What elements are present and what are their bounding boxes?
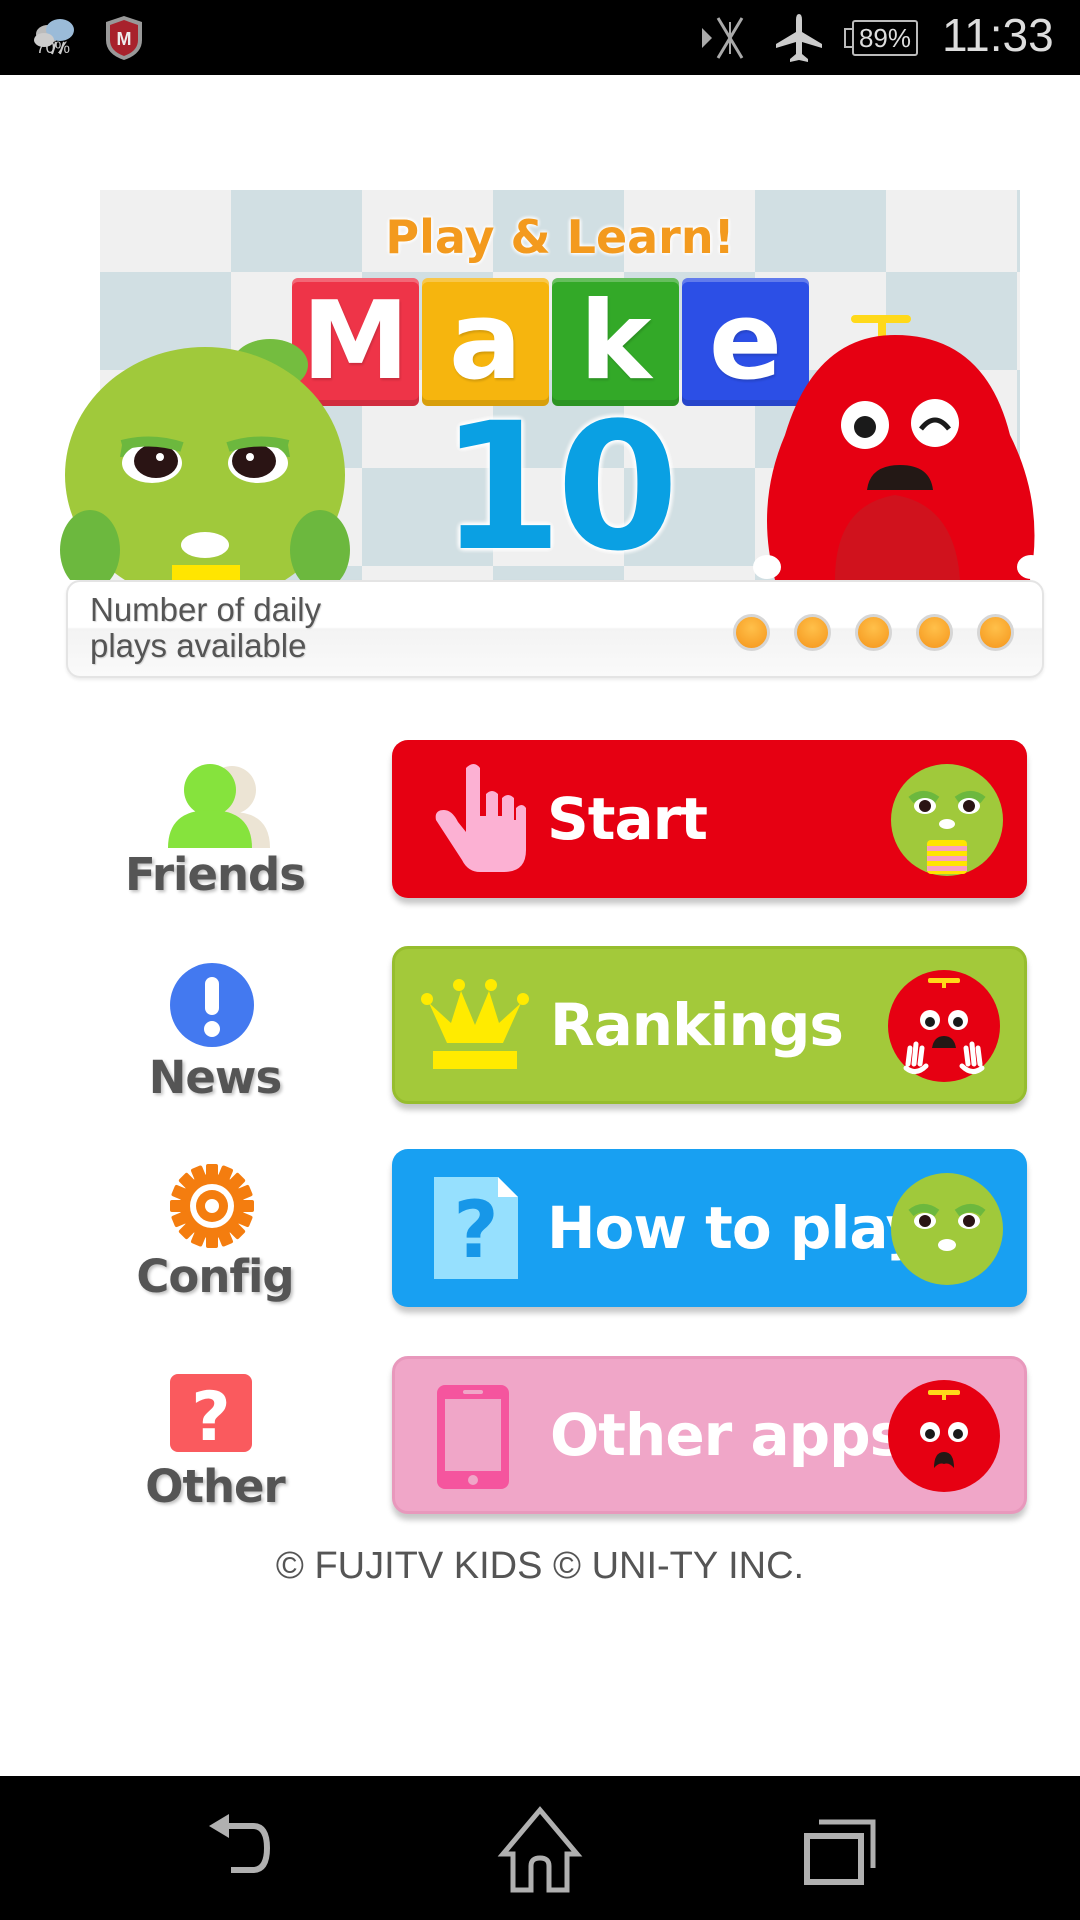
- start-label: Start: [547, 785, 708, 853]
- red-character-illustration: [753, 315, 1045, 580]
- other-apps-button[interactable]: Other apps: [392, 1356, 1027, 1514]
- red-character-face-icon: [888, 970, 1000, 1082]
- friends-label: Friends: [124, 848, 306, 901]
- rankings-button[interactable]: Rankings: [392, 946, 1027, 1104]
- news-label: News: [148, 1051, 283, 1104]
- daily-plays-indicator: Number of daily plays available: [66, 580, 1044, 678]
- other-label: Other: [145, 1460, 286, 1513]
- sync-off-icon: [702, 17, 744, 59]
- news-button[interactable]: News: [110, 955, 320, 1125]
- config-label: Config: [136, 1250, 294, 1303]
- daily-plays-label-line2: plays available: [90, 627, 307, 664]
- help-document-icon: ?: [434, 1177, 518, 1279]
- tagline: Play & Learn!: [385, 210, 735, 264]
- navigation-bar: [0, 1776, 1080, 1920]
- red-character-face-icon: [888, 1380, 1000, 1492]
- status-bar: 70% M 89% 11:33: [0, 0, 1080, 75]
- green-character-face-icon: [891, 764, 1003, 876]
- clock: 11:33: [942, 9, 1054, 61]
- question-box-icon: ?: [170, 1374, 252, 1454]
- daily-plays-label: Number of daily plays available: [90, 592, 321, 664]
- crown-icon: [421, 979, 529, 1069]
- airplane-mode-icon: [776, 14, 822, 62]
- play-dot: [855, 614, 892, 651]
- daily-plays-label-line1: Number of daily: [90, 591, 322, 628]
- svg-text:?: ?: [453, 1186, 498, 1276]
- start-button[interactable]: Start: [392, 740, 1027, 898]
- how-to-play-label: How to play: [547, 1194, 923, 1262]
- weather-percent: 70%: [36, 38, 71, 57]
- rankings-label: Rankings: [550, 991, 844, 1059]
- play-dot: [916, 614, 953, 651]
- battery-percent: 89%: [852, 20, 918, 56]
- pointing-hand-icon: [435, 764, 526, 872]
- other-apps-label: Other apps: [550, 1401, 904, 1469]
- home-icon[interactable]: [495, 1806, 585, 1896]
- green-character-face-icon: [891, 1173, 1003, 1285]
- news-icon: [170, 963, 254, 1047]
- gear-icon: [170, 1164, 254, 1248]
- how-to-play-button[interactable]: ? How to play: [392, 1149, 1027, 1307]
- other-button[interactable]: ? Other: [110, 1370, 320, 1540]
- smartphone-icon: [437, 1385, 509, 1489]
- svg-text:M: M: [117, 29, 132, 49]
- friends-icon: [168, 764, 270, 848]
- battery-nub: [844, 28, 852, 48]
- config-button[interactable]: Config: [110, 1158, 320, 1328]
- back-icon[interactable]: [195, 1806, 285, 1896]
- play-dot: [977, 614, 1014, 651]
- copyright-notice: © FUJITV KIDS © UNI-TY INC.: [275, 1545, 805, 1587]
- friends-button[interactable]: Friends: [110, 748, 320, 918]
- security-shield-icon: M: [106, 16, 142, 60]
- svg-text:?: ?: [191, 1378, 230, 1454]
- green-character-illustration: [60, 339, 350, 580]
- play-dots: [733, 614, 1014, 651]
- play-dot: [733, 614, 770, 651]
- play-dot: [794, 614, 831, 651]
- recent-apps-icon[interactable]: [795, 1806, 885, 1896]
- title-number: 10: [440, 385, 679, 580]
